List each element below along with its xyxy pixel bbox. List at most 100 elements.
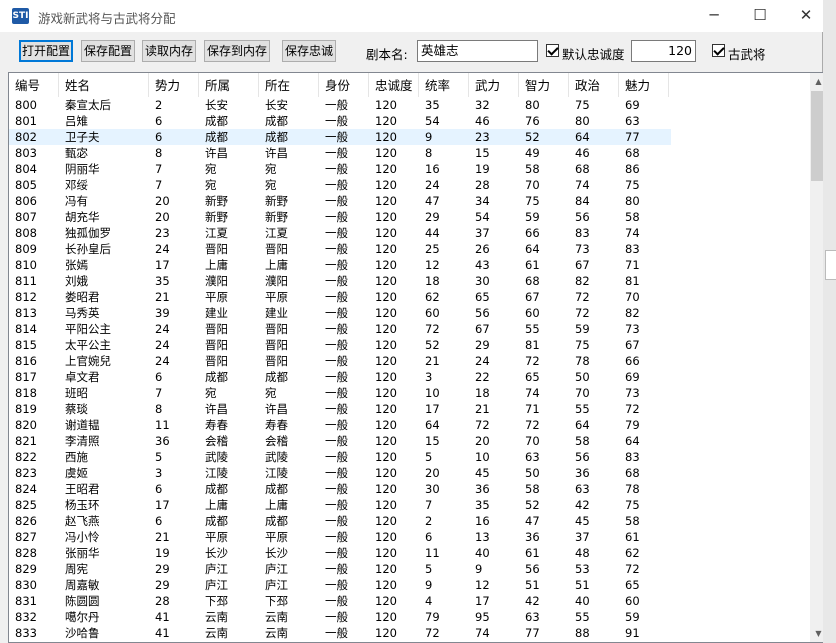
table-row[interactable]: 807 胡充华 20 新野 新野 一般 120 29 54 59 56 58 [9, 209, 671, 225]
minimize-button[interactable]: ─ [691, 0, 737, 32]
header-col-status[interactable]: 身份 [319, 73, 369, 97]
cell-col-name[interactable]: 冯有 [59, 193, 149, 209]
table-row[interactable]: 832 噶尔丹 41 云南 云南 一般 120 79 95 63 55 59 [9, 609, 671, 625]
cell-col-faction[interactable]: 7 [149, 161, 199, 177]
cell-col-faction[interactable]: 36 [149, 433, 199, 449]
cell-col-id[interactable]: 833 [9, 625, 59, 641]
cell-col-charisma[interactable]: 80 [619, 193, 669, 209]
cell-col-politics[interactable]: 78 [569, 353, 619, 369]
cell-col-name[interactable]: 杨玉环 [59, 497, 149, 513]
cell-col-id[interactable]: 827 [9, 529, 59, 545]
cell-col-war[interactable]: 24 [469, 353, 519, 369]
cell-col-id[interactable]: 818 [9, 385, 59, 401]
cell-col-id[interactable]: 803 [9, 145, 59, 161]
table-row[interactable]: 803 甄宓 8 许昌 许昌 一般 120 8 15 49 46 68 [9, 145, 671, 161]
cell-col-status[interactable]: 一般 [319, 481, 369, 497]
cell-col-status[interactable]: 一般 [319, 449, 369, 465]
cell-col-location[interactable]: 濮阳 [259, 273, 319, 289]
cell-col-status[interactable]: 一般 [319, 145, 369, 161]
cell-col-loyalty[interactable]: 120 [369, 465, 419, 481]
cell-col-war[interactable]: 23 [469, 129, 519, 145]
cell-col-status[interactable]: 一般 [319, 465, 369, 481]
cell-col-name[interactable]: 独孤伽罗 [59, 225, 149, 241]
save-to-memory-button[interactable]: 保存到内存 [204, 40, 270, 62]
cell-col-id[interactable]: 829 [9, 561, 59, 577]
cell-col-politics[interactable]: 42 [569, 497, 619, 513]
cell-col-intelligence[interactable]: 58 [519, 481, 569, 497]
cell-col-loyalty[interactable]: 120 [369, 193, 419, 209]
cell-col-loyalty[interactable]: 120 [369, 449, 419, 465]
cell-col-faction[interactable]: 8 [149, 145, 199, 161]
cell-col-faction[interactable]: 17 [149, 257, 199, 273]
cell-col-war[interactable]: 74 [469, 625, 519, 641]
cell-col-location[interactable]: 晋阳 [259, 241, 319, 257]
cell-col-location[interactable]: 宛 [259, 385, 319, 401]
cell-col-location[interactable]: 许昌 [259, 145, 319, 161]
cell-col-leadership[interactable]: 5 [419, 449, 469, 465]
cell-col-charisma[interactable]: 63 [619, 113, 669, 129]
cell-col-faction[interactable]: 6 [149, 481, 199, 497]
header-col-intelligence[interactable]: 智力 [519, 73, 569, 97]
cell-col-faction[interactable]: 35 [149, 273, 199, 289]
cell-col-status[interactable]: 一般 [319, 609, 369, 625]
cell-col-id[interactable]: 809 [9, 241, 59, 257]
cell-col-id[interactable]: 816 [9, 353, 59, 369]
table-row[interactable]: 816 上官婉兒 24 晋阳 晋阳 一般 120 21 24 72 78 66 [9, 353, 671, 369]
cell-col-loyalty[interactable]: 120 [369, 369, 419, 385]
cell-col-war[interactable]: 37 [469, 225, 519, 241]
cell-col-status[interactable]: 一般 [319, 177, 369, 193]
cell-col-belong[interactable]: 云南 [199, 625, 259, 641]
cell-col-politics[interactable]: 55 [569, 609, 619, 625]
cell-col-id[interactable]: 819 [9, 401, 59, 417]
cell-col-loyalty[interactable]: 120 [369, 177, 419, 193]
table-row[interactable]: 828 张丽华 19 长沙 长沙 一般 120 11 40 61 48 62 [9, 545, 671, 561]
cell-col-politics[interactable]: 72 [569, 289, 619, 305]
cell-col-charisma[interactable]: 61 [619, 529, 669, 545]
cell-col-faction[interactable]: 20 [149, 193, 199, 209]
cell-col-loyalty[interactable]: 120 [369, 401, 419, 417]
cell-col-war[interactable]: 22 [469, 369, 519, 385]
cell-col-charisma[interactable]: 67 [619, 337, 669, 353]
cell-col-id[interactable]: 806 [9, 193, 59, 209]
cell-col-id[interactable]: 817 [9, 369, 59, 385]
cell-col-belong[interactable]: 晋阳 [199, 241, 259, 257]
cell-col-loyalty[interactable]: 120 [369, 337, 419, 353]
table-row[interactable]: 827 冯小怜 21 平原 平原 一般 120 6 13 36 37 61 [9, 529, 671, 545]
cell-col-name[interactable]: 李清照 [59, 433, 149, 449]
cell-col-belong[interactable]: 建业 [199, 305, 259, 321]
table-row[interactable]: 810 张嫣 17 上庸 上庸 一般 120 12 43 61 67 71 [9, 257, 671, 273]
cell-col-intelligence[interactable]: 49 [519, 145, 569, 161]
cell-col-war[interactable]: 20 [469, 433, 519, 449]
cell-col-name[interactable]: 长孙皇后 [59, 241, 149, 257]
cell-col-politics[interactable]: 55 [569, 401, 619, 417]
header-col-belong[interactable]: 所属 [199, 73, 259, 97]
cell-col-name[interactable]: 赵飞燕 [59, 513, 149, 529]
cell-col-id[interactable]: 830 [9, 577, 59, 593]
cell-col-intelligence[interactable]: 61 [519, 257, 569, 273]
cell-col-loyalty[interactable]: 120 [369, 481, 419, 497]
cell-col-location[interactable]: 成都 [259, 113, 319, 129]
cell-col-intelligence[interactable]: 63 [519, 609, 569, 625]
cell-col-location[interactable]: 平原 [259, 529, 319, 545]
cell-col-leadership[interactable]: 9 [419, 129, 469, 145]
save-loyalty-button[interactable]: 保存忠诚 [282, 40, 336, 62]
cell-col-id[interactable]: 822 [9, 449, 59, 465]
cell-col-status[interactable]: 一般 [319, 97, 369, 113]
cell-col-location[interactable]: 长安 [259, 97, 319, 113]
cell-col-intelligence[interactable]: 60 [519, 305, 569, 321]
cell-col-charisma[interactable]: 72 [619, 561, 669, 577]
cell-col-status[interactable]: 一般 [319, 337, 369, 353]
cell-col-intelligence[interactable]: 47 [519, 513, 569, 529]
cell-col-loyalty[interactable]: 120 [369, 609, 419, 625]
cell-col-intelligence[interactable]: 50 [519, 465, 569, 481]
cell-col-charisma[interactable]: 82 [619, 305, 669, 321]
cell-col-name[interactable]: 周宪 [59, 561, 149, 577]
cell-col-status[interactable]: 一般 [319, 273, 369, 289]
cell-col-charisma[interactable]: 74 [619, 225, 669, 241]
header-col-id[interactable]: 编号 [9, 73, 59, 97]
cell-col-loyalty[interactable]: 120 [369, 209, 419, 225]
cell-col-loyalty[interactable]: 120 [369, 241, 419, 257]
cell-col-loyalty[interactable]: 120 [369, 273, 419, 289]
cell-col-leadership[interactable]: 24 [419, 177, 469, 193]
cell-col-leadership[interactable]: 6 [419, 529, 469, 545]
